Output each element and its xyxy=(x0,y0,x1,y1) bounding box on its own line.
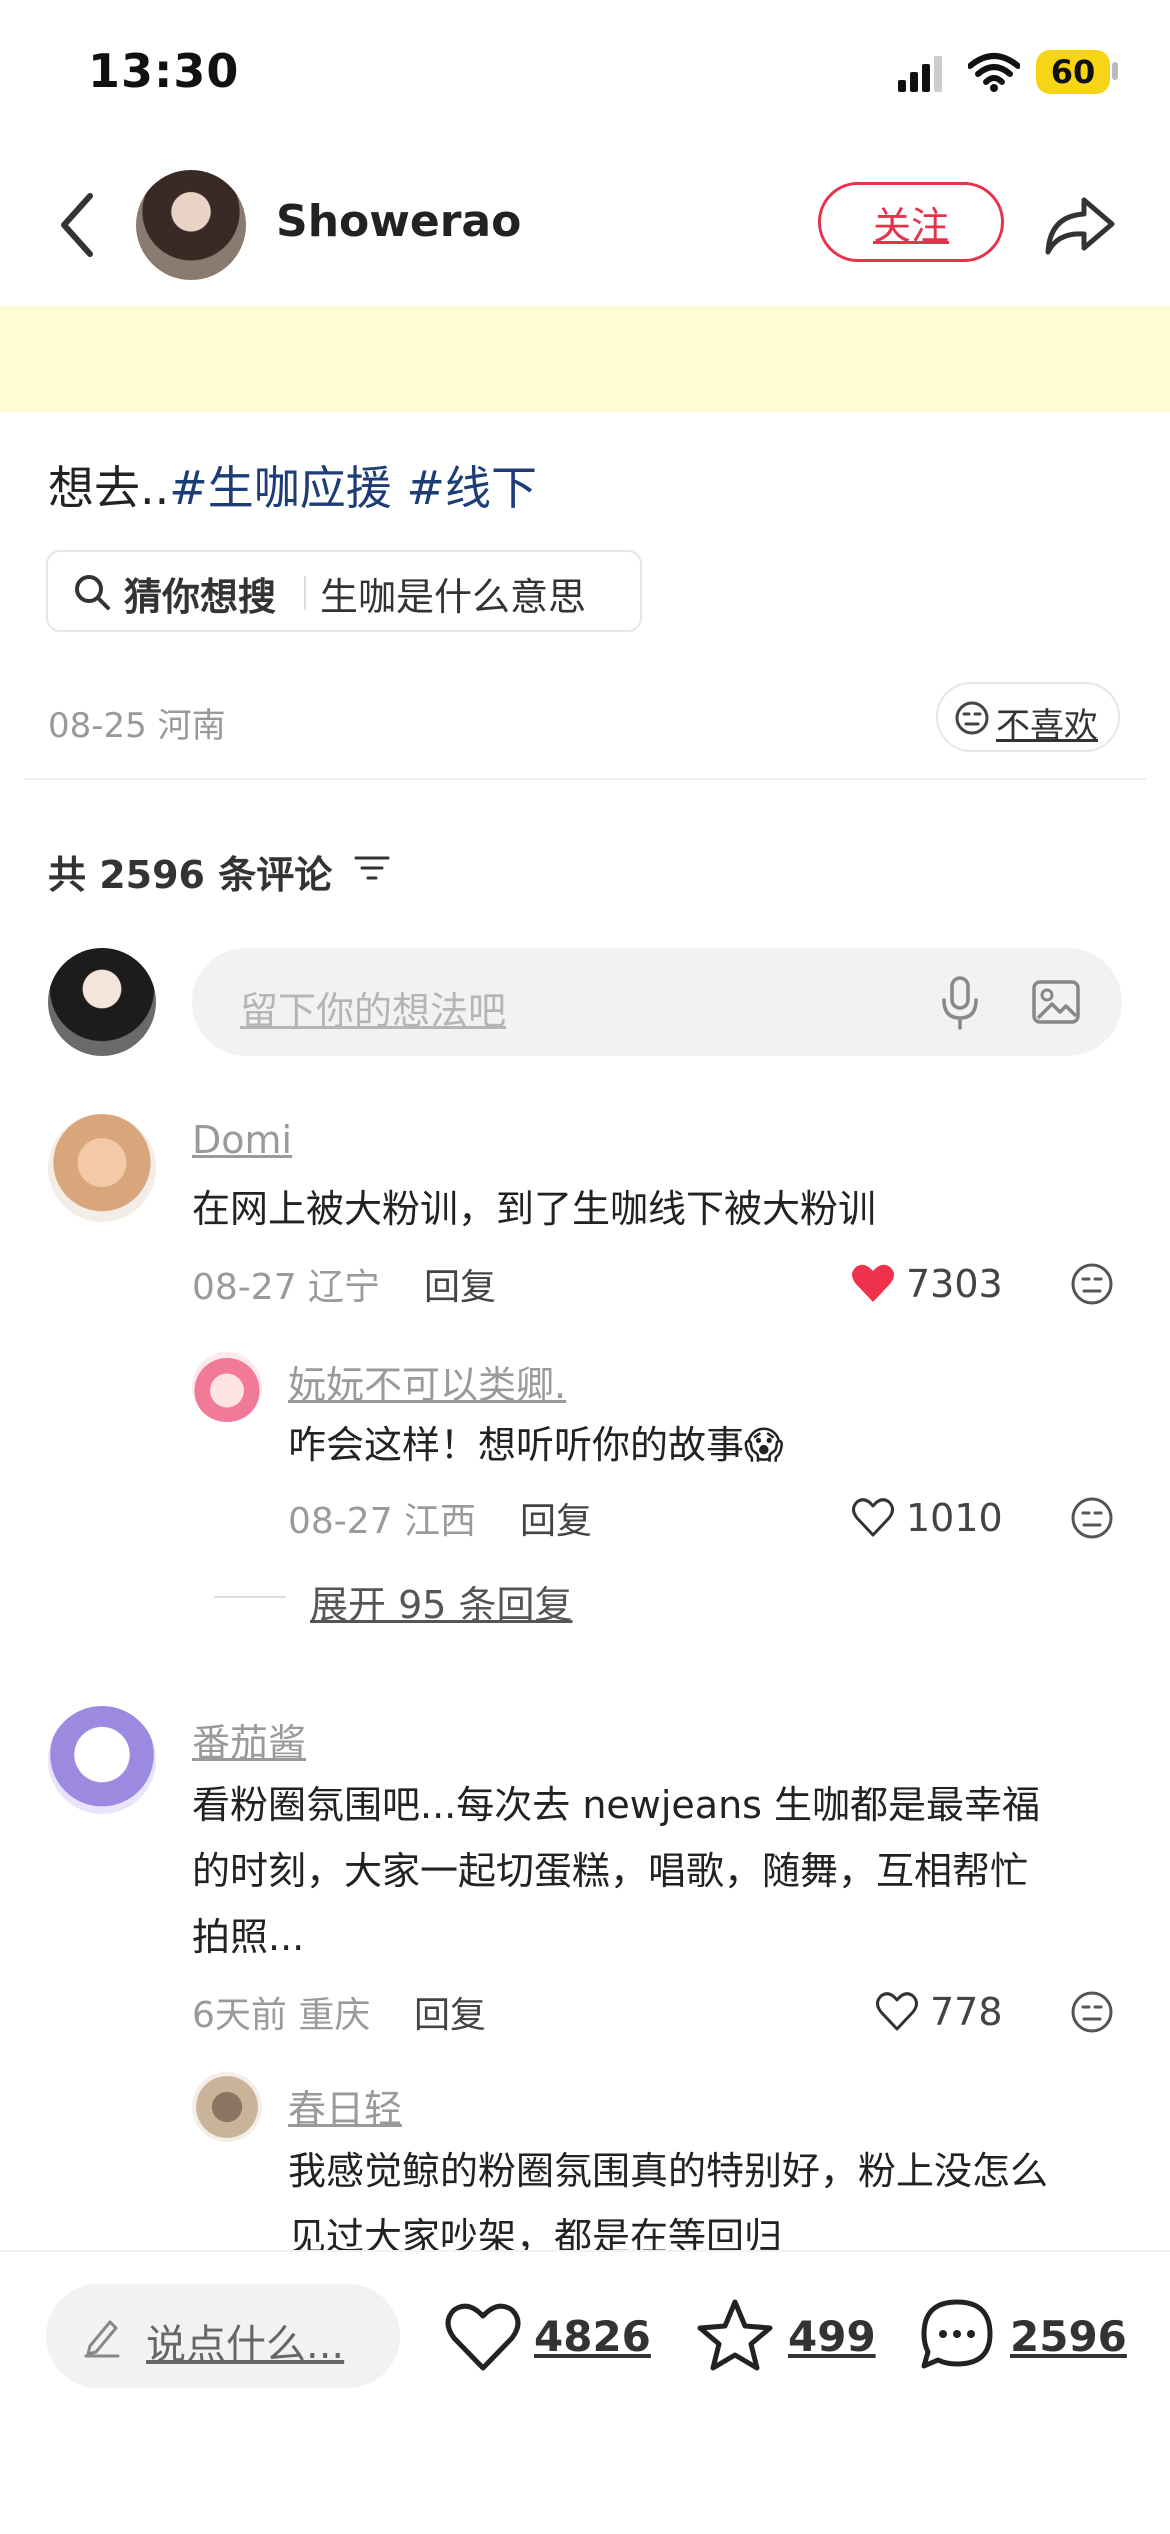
microphone-icon[interactable] xyxy=(936,974,984,1030)
signal-icon xyxy=(898,56,942,92)
dislike-label: 不喜欢 xyxy=(996,706,1098,746)
like-count: 1010 xyxy=(906,1496,1003,1540)
battery-indicator: 60 xyxy=(1036,50,1110,94)
star-icon[interactable] xyxy=(696,2298,774,2372)
expand-line xyxy=(214,1596,286,1598)
expand-replies-button[interactable]: 展开 95 条回复 xyxy=(310,1574,573,1629)
reply-name[interactable]: 妧妧不可以类卿. xyxy=(288,1354,566,1409)
say-something-label: 说点什么... xyxy=(146,2322,345,2368)
commenter-name[interactable]: 番茄酱 xyxy=(192,1712,306,1767)
reply-meta: 08-27 江西 xyxy=(288,1501,477,1542)
post-title: 想去..#生咖应援 #线下 xyxy=(48,452,537,518)
comment-text: 在网上被大粉训，到了生咖线下被大粉训 xyxy=(192,1187,877,1231)
reply-button[interactable]: 回复 xyxy=(414,1986,486,2038)
search-label: 猜你想搜 xyxy=(124,575,277,619)
comment-meta: 08-27 辽宁 xyxy=(192,1267,381,1308)
comment-text-line: 看粉圈氛围吧...每次去 newjeans 生咖都是最幸福 xyxy=(192,1783,1041,1827)
like-icon[interactable] xyxy=(444,2300,522,2374)
comment-meta: 6天前 重庆 xyxy=(192,1995,371,2036)
dislike-icon[interactable] xyxy=(1070,1496,1114,1540)
post-title-text: 想去.. xyxy=(48,461,170,515)
tag-link[interactable]: #生咖应援 xyxy=(169,461,392,515)
author-name[interactable]: Showerao xyxy=(276,196,521,247)
pencil-icon xyxy=(84,2320,120,2358)
post-comment-count[interactable]: 2596 xyxy=(1010,2312,1127,2361)
battery-nub xyxy=(1112,62,1118,80)
scream-emoji: 😱 xyxy=(744,1423,784,1467)
search-divider xyxy=(304,576,306,610)
author-avatar[interactable] xyxy=(136,170,246,280)
comments-count: 共 2596 条评论 xyxy=(48,853,333,897)
post-star-count[interactable]: 499 xyxy=(788,2312,876,2361)
reply-avatar[interactable] xyxy=(192,2072,262,2142)
status-time: 13:30 xyxy=(88,44,240,98)
sort-icon[interactable] xyxy=(354,852,390,884)
reply-text-line: 我感觉鲸的粉圈氛围真的特别好，粉上没怎么 xyxy=(288,2149,1049,2193)
reply-text-body: 咋会这样！想听听你的故事 xyxy=(288,1423,745,1467)
wifi-icon xyxy=(968,53,1020,92)
reply-button[interactable]: 回复 xyxy=(520,1492,592,1544)
reply-text: 咋会这样！想听听你的故事😱 xyxy=(288,1412,784,1478)
comment-text-line: 拍照... xyxy=(192,1915,305,1959)
image-icon[interactable] xyxy=(1030,976,1082,1028)
follow-button[interactable]: 关注 xyxy=(818,182,1004,262)
commenter-avatar[interactable] xyxy=(48,1706,156,1814)
reply-button[interactable]: 回复 xyxy=(424,1258,496,1310)
comment-icon[interactable] xyxy=(918,2298,996,2372)
comment-text-line: 的时刻，大家一起切蛋糕，唱歌，随舞，互相帮忙 xyxy=(192,1849,1029,1893)
heart-outline-icon[interactable] xyxy=(850,1496,896,1538)
comment-placeholder: 留下你的想法吧 xyxy=(240,989,507,1033)
like-count: 7303 xyxy=(906,1262,1003,1306)
heart-outline-icon[interactable] xyxy=(874,1990,920,2032)
reply-avatar[interactable] xyxy=(192,1352,262,1422)
search-icon xyxy=(75,575,110,610)
banner-strip xyxy=(0,306,1170,412)
search-query: 生咖是什么意思 xyxy=(320,575,587,619)
neutral-face-icon xyxy=(955,701,989,735)
back-icon[interactable] xyxy=(50,190,110,260)
dislike-icon[interactable] xyxy=(1070,1990,1114,2034)
post-like-count[interactable]: 4826 xyxy=(534,2312,651,2361)
dislike-icon[interactable] xyxy=(1070,1262,1114,1306)
tag-link[interactable]: #线下 xyxy=(406,461,537,515)
section-divider xyxy=(24,778,1146,780)
commenter-name[interactable]: Domi xyxy=(192,1118,292,1162)
reply-name[interactable]: 春日轻 xyxy=(288,2078,402,2133)
like-count: 778 xyxy=(930,1990,1003,2034)
share-icon[interactable] xyxy=(1040,186,1120,266)
post-date-location: 08-25 河南 xyxy=(48,706,226,746)
my-avatar xyxy=(48,948,156,1056)
heart-filled-icon[interactable] xyxy=(850,1262,896,1304)
commenter-avatar[interactable] xyxy=(48,1114,156,1222)
